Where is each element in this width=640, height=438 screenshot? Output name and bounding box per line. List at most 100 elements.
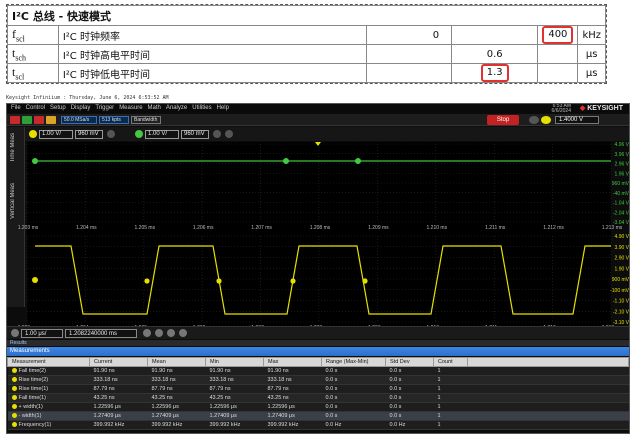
- measurement-current: 333.18 ns: [89, 375, 148, 385]
- measurement-count: 1: [433, 411, 468, 421]
- settings-icon[interactable]: [179, 329, 187, 337]
- channel2-marker: [355, 158, 361, 164]
- measurement-current: 399.992 kHz: [89, 420, 148, 430]
- timebase-field[interactable]: 1.00 μs/: [21, 329, 63, 338]
- measurement-name: Rise time(1): [18, 386, 49, 392]
- measurement-count: 1: [433, 366, 468, 376]
- waveform-display: 4.96 V 3.96 V 2.96 V 1.96 V 960 mV -40 mV -1.0…: [18, 142, 630, 326]
- spec-min: 0: [365, 25, 453, 45]
- col-count[interactable]: Count: [433, 357, 468, 367]
- measurement-current: 91.90 ns: [89, 366, 148, 376]
- spec-row: tscl I²C 时钟低电平时间 1.3 μs: [7, 63, 606, 83]
- volt-label: -2.10 V: [613, 309, 630, 315]
- measurement-source-icon: [11, 422, 17, 428]
- measurement-mean: 333.18 ns: [147, 375, 206, 385]
- table-row[interactable]: Rise time(1) 87.79 ns 87.79 ns 87.79 ns 87.7…: [7, 384, 629, 394]
- measurement-name: Fall time(2): [18, 368, 47, 374]
- time-label: 1.208 ms: [310, 225, 331, 231]
- table-row[interactable]: - width(1) 1.27409 μs 1.27409 μs 1.27409 μs…: [7, 411, 629, 421]
- col-stddev[interactable]: Std Dev: [385, 357, 434, 367]
- volt-label: 3.96 V: [615, 152, 630, 158]
- spec-table: I²C 总线 - 快速模式 fscl I²C 时钟频率 0 400 kHz ts…: [6, 4, 607, 84]
- measurements-body: Fall time(2) 91.90 ns 91.90 ns 91.90 ns 91.9…: [7, 366, 629, 430]
- col-min[interactable]: Min: [205, 357, 264, 367]
- table-row[interactable]: Fall time(2) 91.90 ns 91.90 ns 91.90 ns 91.9…: [7, 366, 629, 376]
- spec-param-name: I²C 时钟频率: [57, 25, 367, 45]
- measurement-range: 0.0 s: [321, 375, 386, 385]
- channel1-marker: [290, 278, 296, 284]
- measurement-max: 1.22596 μs: [263, 402, 322, 412]
- col-measurement[interactable]: Measurement: [7, 357, 90, 367]
- measurement-source-icon: [11, 395, 17, 401]
- measurement-current: 1.27409 μs: [89, 411, 148, 421]
- measurement-source-icon: [11, 413, 17, 419]
- spec-unit: μs: [577, 63, 606, 83]
- measurement-max: 333.18 ns: [263, 375, 322, 385]
- spec-max: [537, 63, 579, 83]
- measurement-mean: 87.79 ns: [147, 384, 206, 394]
- col-range[interactable]: Range (Max-Min): [321, 357, 386, 367]
- measurements-tab[interactable]: Measurements: [7, 347, 629, 356]
- time-label: 1.203 ms: [18, 225, 39, 231]
- zoom-icon[interactable]: [143, 329, 151, 337]
- measurement-max: 91.90 ns: [263, 366, 322, 376]
- channel1-ground-marker: [32, 277, 38, 283]
- measurement-std: 0.0 s: [385, 366, 434, 376]
- time-position-field[interactable]: 1.2082240000 ms: [65, 329, 137, 338]
- measurement-source-icon: [11, 386, 17, 392]
- spec-min: [365, 44, 453, 64]
- measurement-max: 87.79 ns: [263, 384, 322, 394]
- volt-label: 2.96 V: [615, 162, 630, 168]
- time-label: 1.213 ms: [602, 225, 623, 231]
- volt-label: 4.96 V: [615, 142, 630, 148]
- channel1-marker: [144, 278, 150, 284]
- volt-label: 2.90 V: [615, 256, 630, 262]
- measurement-max: 399.992 kHz: [263, 420, 322, 430]
- col-max[interactable]: Max: [263, 357, 322, 367]
- measurement-name: + width(1): [18, 404, 43, 410]
- time-label: 1.205 ms: [135, 225, 156, 231]
- volt-label: -2.04 V: [613, 210, 630, 216]
- pan-icon[interactable]: [155, 329, 163, 337]
- channel1-marker: [362, 278, 368, 284]
- oscilloscope-window: File Control Setup Display Trigger Measu…: [6, 103, 630, 434]
- horizontal-icon[interactable]: [11, 329, 19, 337]
- measurement-range: 0.0 s: [321, 393, 386, 403]
- spec-typ: [451, 25, 539, 45]
- search-icon[interactable]: [167, 329, 175, 337]
- volt-label: -100 mV: [610, 288, 630, 294]
- measurement-min: 91.90 ns: [205, 366, 264, 376]
- channel2-marker: [283, 158, 289, 164]
- measurement-std: 0.0 Hz: [385, 420, 434, 430]
- table-row[interactable]: Frequency(1) 399.992 kHz 399.992 kHz 399.99…: [7, 420, 629, 430]
- channel1-marker: [216, 278, 222, 284]
- spec-param-name: I²C 时钟低电平时间: [57, 63, 367, 83]
- time-label: 1.211 ms: [485, 225, 506, 231]
- volt-label: 4.90 V: [615, 234, 630, 240]
- measurement-std: 0.0 s: [385, 393, 434, 403]
- volt-label: 1.90 V: [615, 266, 630, 272]
- time-label: 1.212 ms: [543, 225, 564, 231]
- time-label: 1.210 ms: [427, 225, 448, 231]
- measurement-min: 399.992 kHz: [205, 420, 264, 430]
- time-label: 1.204 ms: [76, 225, 97, 231]
- plot-background: [27, 142, 611, 326]
- measurement-name: - width(1): [18, 413, 42, 419]
- table-row[interactable]: Fall time(1) 43.25 ns 43.25 ns 43.25 ns 43.2…: [7, 393, 629, 403]
- spec-row: fscl I²C 时钟频率 0 400 kHz: [7, 25, 606, 45]
- col-mean[interactable]: Mean: [147, 357, 206, 367]
- spec-param-name: I²C 时钟高电平时间: [57, 44, 367, 64]
- spec-symbol-sub: scl: [16, 34, 25, 44]
- measurement-max: 43.25 ns: [263, 393, 322, 403]
- spec-symbol-sub: scl: [15, 72, 25, 82]
- volt-label: -1.04 V: [613, 201, 630, 207]
- measurement-std: 0.0 s: [385, 402, 434, 412]
- table-row[interactable]: Rise time(2) 333.18 ns 333.18 ns 333.18 ns 3…: [7, 375, 629, 385]
- channel2-ground-marker: [32, 158, 38, 164]
- col-current[interactable]: Current: [89, 357, 148, 367]
- measurement-max: 1.27409 μs: [263, 411, 322, 421]
- table-row[interactable]: + width(1) 1.22596 μs 1.22596 μs 1.22596 μs…: [7, 402, 629, 412]
- measurement-count: 1: [433, 375, 468, 385]
- volt-label: -1.10 V: [613, 299, 630, 305]
- timebase-bar: 1.00 μs/ 1.2082240000 ms: [7, 326, 629, 339]
